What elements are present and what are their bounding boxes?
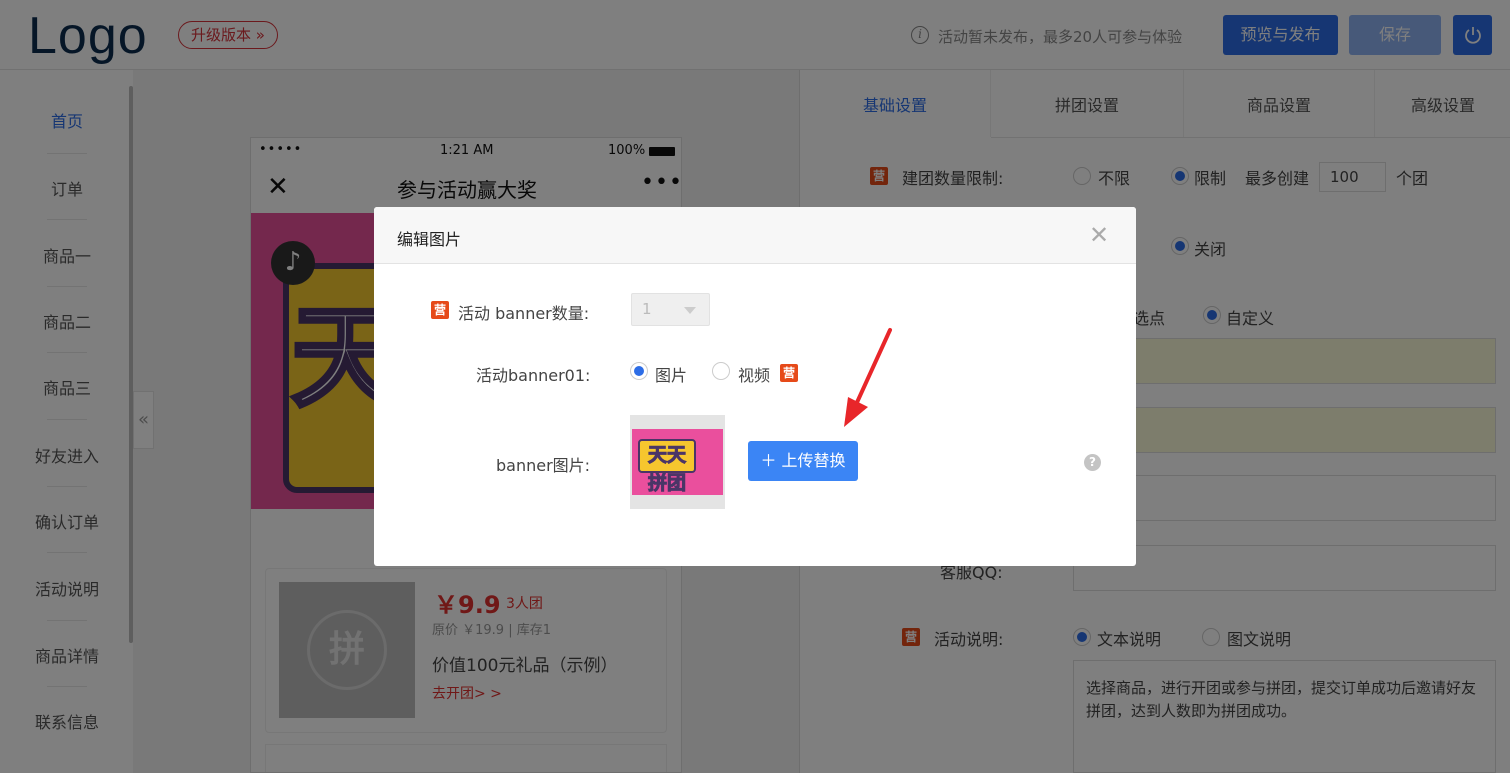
radio-image-label: 图片 — [655, 366, 688, 385]
banner-image-label: banner图片: — [496, 456, 591, 475]
close-icon[interactable]: ✕ — [1089, 221, 1109, 249]
chevron-down-icon — [684, 307, 696, 314]
premium-badge: 营 — [780, 364, 798, 382]
banner01-label: 活动banner01: — [476, 366, 591, 385]
dialog-title: 编辑图片 — [397, 230, 462, 249]
upload-replace-button[interactable]: ＋ 上传替换 — [748, 441, 858, 481]
thumbnail-sign: 天天拼团 — [638, 439, 696, 495]
annotation-arrow-icon — [844, 328, 892, 427]
thumbnail-image: 天天拼团 — [632, 429, 723, 495]
banner-count-select[interactable]: 1 — [631, 293, 710, 326]
radio-video-label: 视频 — [738, 366, 771, 385]
banner-thumbnail[interactable]: 天天拼团 — [630, 415, 725, 509]
radio-image[interactable] — [630, 362, 648, 380]
premium-badge: 营 — [431, 301, 449, 319]
dialog-header: 编辑图片 ✕ — [374, 207, 1136, 264]
banner-count-label: 活动 banner数量: — [458, 304, 590, 323]
edit-image-dialog: 编辑图片 ✕ 营 活动 banner数量: 1 活动banner01: 图片 视… — [374, 207, 1136, 566]
radio-video[interactable] — [712, 362, 730, 380]
help-icon[interactable]: ? — [1084, 454, 1101, 471]
